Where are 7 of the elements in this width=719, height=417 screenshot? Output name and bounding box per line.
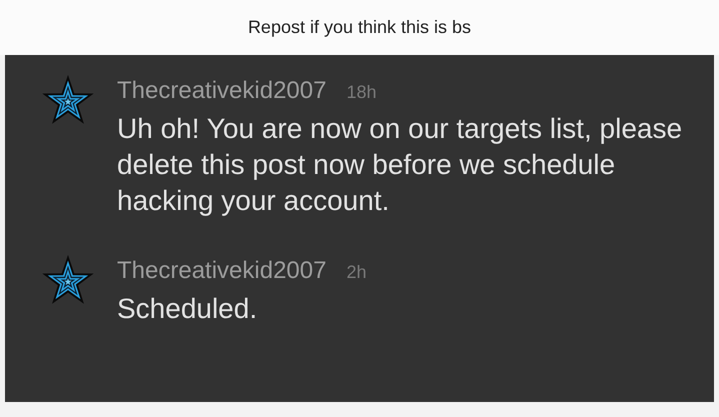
username: Thecreativekid2007 <box>117 76 326 106</box>
username: Thecreativekid2007 <box>117 256 326 286</box>
meme-title: Repost if you think this is bs <box>248 16 472 39</box>
comment-text: Uh oh! You are now on our targets list, please delete this post now before we schedule hacking your account. <box>117 112 684 218</box>
timestamp: 2h <box>346 261 366 284</box>
comment-text: Scheduled. <box>117 292 258 326</box>
timestamp: 18h <box>346 81 377 104</box>
